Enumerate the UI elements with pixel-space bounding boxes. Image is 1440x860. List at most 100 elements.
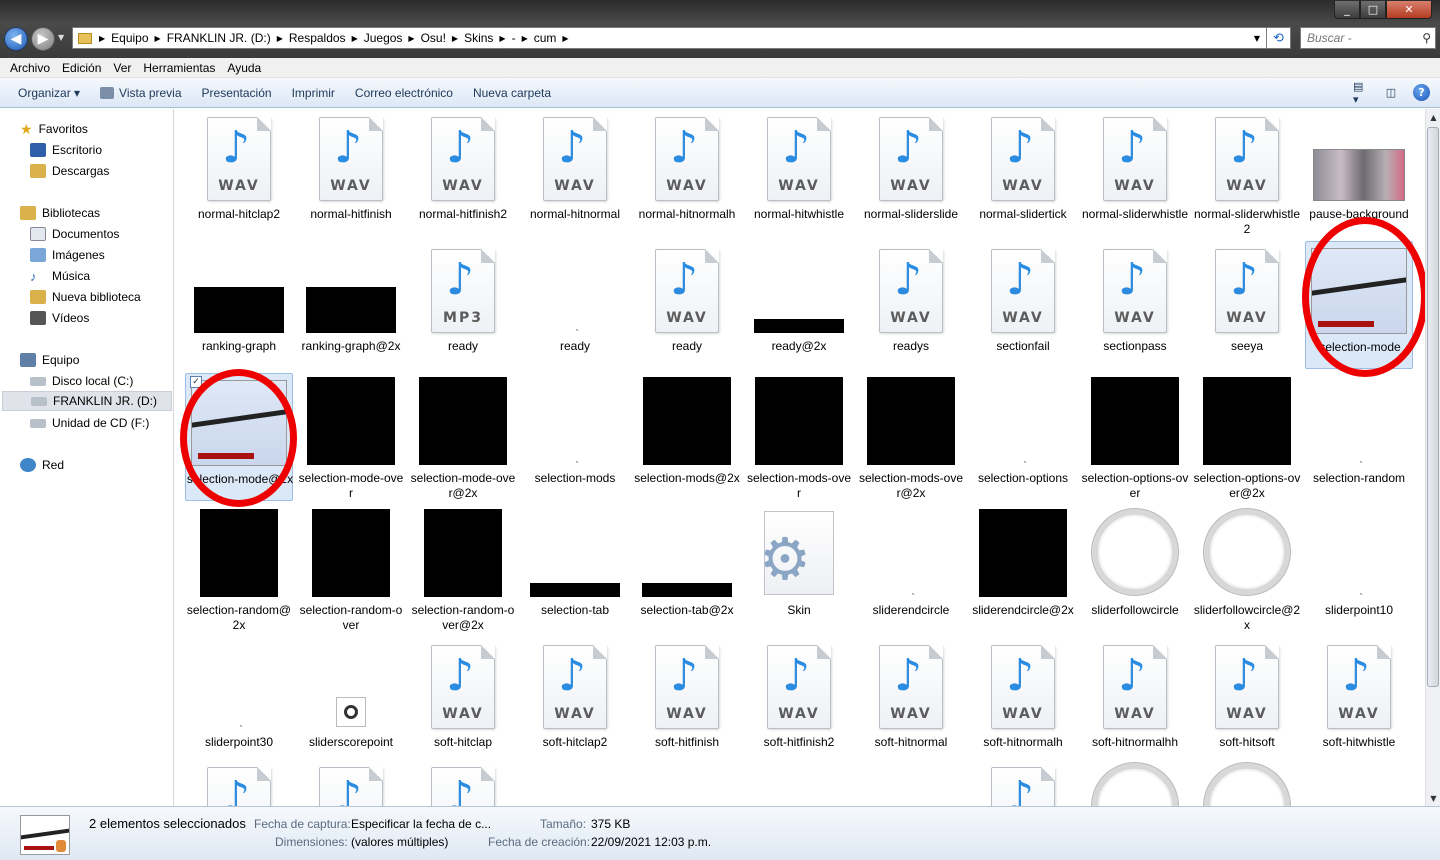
file-item[interactable]: ♪ WAV normal-hitnormalh: [633, 109, 741, 237]
file-item[interactable]: ♪ WAV normal-sliderwhistle: [1081, 109, 1189, 237]
chevron-right-icon[interactable]: ▶: [274, 34, 286, 43]
file-item[interactable]: ` selection-options: [969, 373, 1077, 501]
file-item[interactable]: ♪ WAV soft-hitfinish: [633, 637, 741, 765]
search-input[interactable]: [1307, 31, 1407, 45]
file-item[interactable]: ♪WAV: [297, 759, 405, 806]
scroll-down-icon[interactable]: ▼: [1426, 790, 1440, 806]
file-item[interactable]: selection-mode: [1305, 241, 1413, 369]
preview-pane-icon[interactable]: ◫: [1383, 85, 1399, 101]
file-item[interactable]: ♪ WAV soft-hitclap: [409, 637, 517, 765]
file-item[interactable]: ♪ WAV soft-hitwhistle: [1305, 637, 1413, 765]
file-item[interactable]: ♪ WAV soft-hitsoft: [1193, 637, 1301, 765]
nav-drive-c[interactable]: Disco local (C:): [30, 371, 133, 391]
nav-music[interactable]: ♪ Música: [30, 266, 90, 286]
recent-pages-dropdown[interactable]: ▼: [58, 33, 64, 42]
file-item[interactable]: selection-random-over: [297, 505, 405, 633]
file-item[interactable]: ♪ WAV normal-hitclap2: [185, 109, 293, 237]
nav-documents[interactable]: Documentos: [30, 224, 119, 244]
file-item[interactable]: selection-random@2x: [185, 505, 293, 633]
close-button[interactable]: ✕: [1386, 1, 1432, 19]
maximize-button[interactable]: □: [1360, 1, 1386, 19]
file-item[interactable]: ` sliderpoint30: [185, 637, 293, 765]
breadcrumb-item[interactable]: Equipo: [108, 31, 151, 45]
file-item[interactable]: selection-mods@2x: [633, 373, 741, 501]
file-item[interactable]: selection-mode-over@2x: [409, 373, 517, 501]
email-button[interactable]: Correo electrónico: [345, 86, 463, 100]
file-item[interactable]: sliderfollowcircle@2x: [1193, 505, 1301, 633]
file-item[interactable]: ♪ WAV normal-sliderslide: [857, 109, 965, 237]
file-item[interactable]: ♪ WAV sectionfail: [969, 241, 1077, 369]
file-item[interactable]: selection-mode-over: [297, 373, 405, 501]
new-folder-button[interactable]: Nueva carpeta: [463, 86, 561, 100]
refresh-button[interactable]: ⟲: [1267, 27, 1291, 49]
file-item[interactable]: selection-tab: [521, 505, 629, 633]
breadcrumb-item[interactable]: Osu!: [418, 31, 449, 45]
menu-archivo[interactable]: Archivo: [4, 61, 56, 75]
nav-new-library[interactable]: Nueva biblioteca: [30, 287, 141, 307]
breadcrumb-item[interactable]: Juegos: [361, 31, 406, 45]
file-item[interactable]: ⚙ Skin: [745, 505, 853, 633]
chevron-right-icon[interactable]: ▶: [405, 34, 417, 43]
help-icon[interactable]: ?: [1413, 84, 1430, 101]
file-item[interactable]: ♪ WAV normal-hitfinish: [297, 109, 405, 237]
menu-ayuda[interactable]: Ayuda: [221, 61, 267, 75]
file-item[interactable]: ♪ WAV ready: [633, 241, 741, 369]
file-item[interactable]: selection-mods-over: [745, 373, 853, 501]
file-item[interactable]: ` sliderpoint10: [1305, 505, 1413, 633]
file-item[interactable]: ♪ WAV normal-sliderwhistle2: [1193, 109, 1301, 237]
nav-drive-d[interactable]: FRANKLIN JR. (D:): [2, 391, 172, 411]
back-button[interactable]: ◀: [4, 27, 28, 51]
minimize-button[interactable]: _: [1334, 1, 1360, 19]
organize-button[interactable]: Organizar ▾: [8, 86, 90, 100]
file-item[interactable]: ranking-graph: [185, 241, 293, 369]
file-item[interactable]: ` ready: [521, 241, 629, 369]
menu-herramientas[interactable]: Herramientas: [137, 61, 221, 75]
breadcrumb-item[interactable]: cum: [531, 31, 560, 45]
nav-pictures[interactable]: Imágenes: [30, 245, 105, 265]
file-item[interactable]: selection-options-over: [1081, 373, 1189, 501]
file-item[interactable]: selection-random-over@2x: [409, 505, 517, 633]
search-icon[interactable]: ⚲: [1422, 31, 1431, 45]
preview-button[interactable]: Vista previa: [90, 86, 191, 100]
file-item[interactable]: sliderendcircle@2x: [969, 505, 1077, 633]
file-item[interactable]: ♪ WAV normal-slidertick: [969, 109, 1077, 237]
file-item[interactable]: ♪WAV: [969, 759, 1077, 806]
file-item[interactable]: ` selection-random: [1305, 373, 1413, 501]
file-item[interactable]: ♪ MP3 ready: [409, 241, 517, 369]
capture-date-value[interactable]: Especificar la fecha de c...: [351, 817, 491, 831]
print-button[interactable]: Imprimir: [282, 86, 345, 100]
file-item[interactable]: sliderscorepoint: [297, 637, 405, 765]
file-item[interactable]: ♪ WAV normal-hitnormal: [521, 109, 629, 237]
scroll-thumb[interactable]: [1427, 127, 1439, 687]
menu-edicion[interactable]: Edición: [56, 61, 107, 75]
file-item[interactable]: selection-mods-over@2x: [857, 373, 965, 501]
file-item[interactable]: ` selection-mods: [521, 373, 629, 501]
vertical-scrollbar[interactable]: ▲ ▼: [1425, 109, 1440, 806]
chevron-right-icon[interactable]: ▶: [519, 34, 531, 43]
nav-downloads[interactable]: Descargas: [30, 161, 109, 181]
file-item[interactable]: ♪ WAV soft-hitnormalhh: [1081, 637, 1189, 765]
breadcrumb-item[interactable]: FRANKLIN JR. (D:): [164, 31, 274, 45]
file-item[interactable]: ♪ WAV readys: [857, 241, 965, 369]
file-item[interactable]: sliderfollowcircle: [1081, 505, 1189, 633]
file-item[interactable]: ♪ WAV soft-hitfinish2: [745, 637, 853, 765]
file-item[interactable]: pause-background: [1305, 109, 1413, 237]
nav-drive-f[interactable]: Unidad de CD (F:): [30, 413, 149, 433]
file-item[interactable]: selection-options-over@2x: [1193, 373, 1301, 501]
file-item[interactable]: ♪ WAV seeya: [1193, 241, 1301, 369]
selection-checkbox[interactable]: ✓: [190, 376, 202, 388]
nav-network[interactable]: Red: [20, 455, 64, 475]
scroll-up-icon[interactable]: ▲: [1426, 109, 1440, 125]
file-item[interactable]: ♪ WAV normal-hitfinish2: [409, 109, 517, 237]
chevron-right-icon[interactable]: ▶: [96, 34, 108, 43]
file-item[interactable]: ♪WAV: [409, 759, 517, 806]
file-item[interactable]: [1193, 759, 1301, 806]
file-item[interactable]: ♪WAV: [185, 759, 293, 806]
breadcrumb-item[interactable]: Skins: [461, 31, 496, 45]
chevron-right-icon[interactable]: ▶: [496, 34, 508, 43]
breadcrumb-item[interactable]: -: [509, 31, 519, 45]
chevron-right-icon[interactable]: ▶: [349, 34, 361, 43]
menu-ver[interactable]: Ver: [107, 61, 137, 75]
file-item[interactable]: ♪ WAV sectionpass: [1081, 241, 1189, 369]
forward-button[interactable]: ▶: [31, 27, 55, 51]
